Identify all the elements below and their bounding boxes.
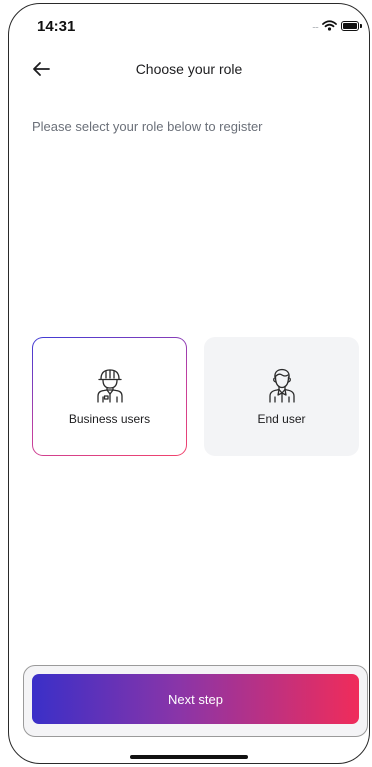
worker-helmet-icon [96, 369, 123, 403]
role-card-end-user[interactable]: End user [204, 337, 359, 456]
role-card-business-users[interactable]: Business users [32, 337, 187, 456]
instruction-text: Please select your role below to registe… [32, 119, 263, 134]
home-indicator [130, 755, 248, 759]
status-icons: .... [311, 20, 362, 31]
page-title: Choose your role [135, 61, 243, 77]
role-label: End user [257, 412, 306, 426]
status-bar: 14:31 .... [9, 4, 369, 44]
phone-frame: 14:31 .... Choose your role Please selec… [8, 3, 370, 764]
next-step-button[interactable]: Next step [32, 674, 359, 724]
role-label: Business users [68, 412, 151, 426]
wifi-icon [322, 20, 337, 31]
header: Choose your role [9, 54, 369, 84]
signal-dots: .... [311, 20, 319, 30]
next-step-container: Next step [23, 665, 368, 737]
next-step-label: Next step [168, 691, 223, 707]
battery-icon [341, 20, 362, 31]
status-time: 14:31 [37, 18, 76, 35]
person-icon [268, 368, 295, 403]
